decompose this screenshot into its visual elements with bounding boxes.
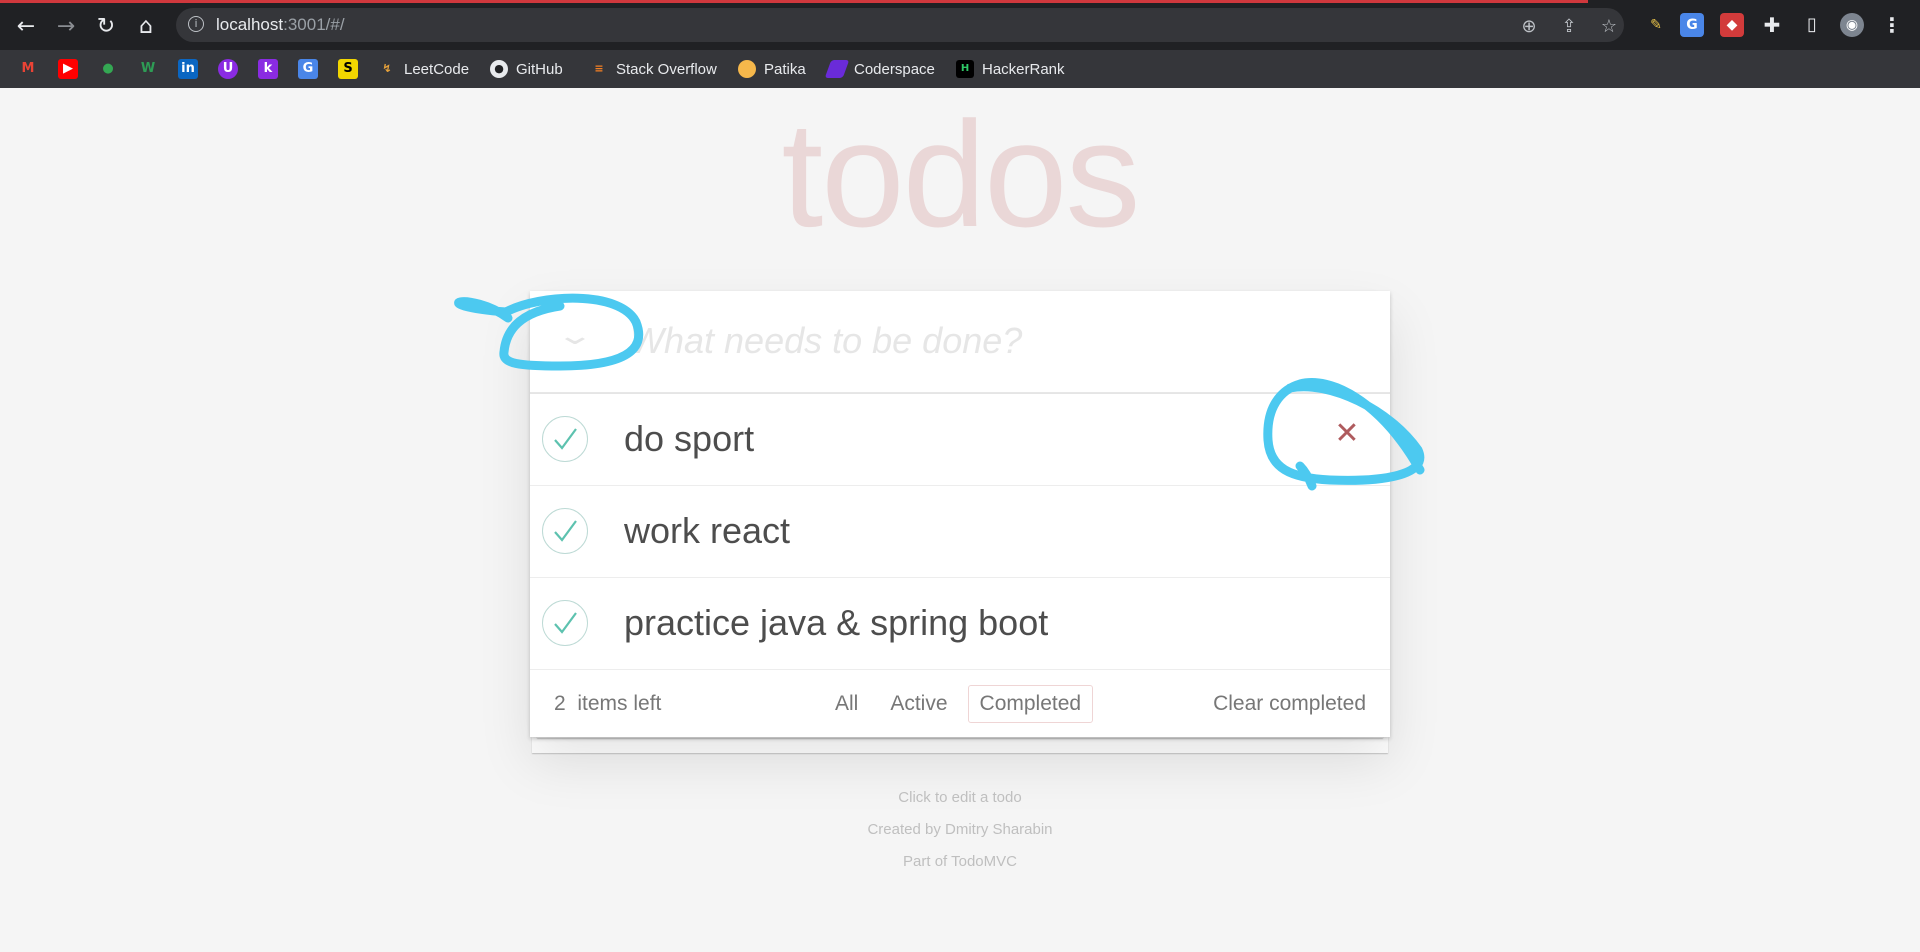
stack-overflow-icon: ≡ [594,62,604,75]
address-bar[interactable]: i localhost:3001/#/ ⊕ ⇪ ☆ [176,8,1624,42]
toggle-all-chevron-icon[interactable]: ⌄ [530,321,620,361]
bookmark-stack-overflow[interactable]: ≡ Stack Overflow [590,58,717,80]
maps-icon[interactable]: ● [98,59,118,79]
browser-toolbar: ← → ↻ ⌂ i localhost:3001/#/ ⊕ ⇪ ☆ ✎ G ◆ … [0,0,1920,50]
todo-toggle-checkbox[interactable] [542,600,588,646]
stack-shadow [532,737,1388,753]
gmail-icon[interactable]: M [18,59,38,79]
count-suffix: items left [577,692,662,715]
todo-label[interactable]: work react [624,510,790,552]
leetcode-icon: ↯ [382,62,392,75]
todo-item[interactable]: work react [530,486,1390,578]
address-url[interactable]: localhost:3001/#/ [216,15,345,35]
hackerrank-icon: H [956,60,974,78]
share-icon[interactable]: ⇪ [1558,16,1580,37]
items-left-count: 2 items left [554,692,661,716]
todo-label[interactable]: do sport [624,418,754,460]
bookmark-leetcode[interactable]: ↯ LeetCode [378,58,469,80]
extension-icon[interactable]: ◆ [1720,13,1744,37]
linkedin-icon[interactable]: in [178,59,198,79]
udemy-icon[interactable]: U [218,59,238,79]
bookmark-label: Stack Overflow [616,60,717,78]
coderspace-icon [824,60,850,78]
bookmark-label: Coderspace [854,60,935,78]
filter-active[interactable]: Active [878,685,959,723]
tab-strip-accent [0,0,1588,3]
todo-toggle-checkbox[interactable] [542,416,588,462]
site-info-icon[interactable]: i [188,16,204,32]
filter-completed[interactable]: Completed [967,685,1094,723]
count-number: 2 [554,692,566,715]
checkmark-icon [554,428,577,450]
bookmark-patika[interactable]: Patika [738,58,806,80]
todo-app: ⌄ do sport ✕ work react practice java & … [530,291,1390,737]
forward-icon[interactable]: → [50,10,82,42]
info-todomvc: Part of TodoMVC [903,853,1017,870]
k-bookmark-icon[interactable]: k [258,59,278,79]
translate-extension-icon[interactable]: G [1680,13,1704,37]
filter-tabs: All Active Completed [823,685,1094,723]
back-icon[interactable]: ← [10,10,42,42]
new-todo-input[interactable] [630,311,1370,371]
home-icon[interactable]: ⌂ [130,10,162,42]
patika-icon [738,60,756,78]
filter-all[interactable]: All [823,685,870,723]
todo-item[interactable]: do sport ✕ [530,394,1390,486]
todo-footer: 2 items left All Active Completed Clear … [530,672,1390,737]
bookmark-github[interactable]: ● GitHub [490,58,563,80]
info-credits: Created by Dmitry Sharabin [867,821,1053,838]
bookmark-label: Patika [764,60,806,78]
checkmark-icon [554,612,577,634]
github-icon: ● [490,60,508,78]
bookmark-star-icon[interactable]: ☆ [1598,16,1620,37]
clear-completed-button[interactable]: Clear completed [1213,692,1366,716]
bookmark-label: LeetCode [404,60,470,78]
bookmark-hackerrank[interactable]: H HackerRank [956,58,1065,80]
delete-todo-icon[interactable]: ✕ [1327,414,1367,454]
zoom-icon[interactable]: ⊕ [1518,16,1540,37]
todo-item[interactable]: practice java & spring boot [530,578,1390,670]
bookmark-label: HackerRank [982,60,1065,78]
s-bookmark-icon[interactable]: S [338,59,358,79]
w-bookmark-icon[interactable]: W [138,59,158,79]
youtube-icon[interactable]: ▶ [58,59,78,79]
checkmark-icon [554,520,577,542]
side-panel-icon[interactable]: ▯ [1800,13,1824,37]
translate-bookmark-icon[interactable]: G [298,59,318,79]
app-title: todos [781,90,1141,258]
reload-icon[interactable]: ↻ [90,10,122,42]
bookmark-label: GitHub [516,60,563,78]
pen-extension-icon[interactable]: ✎ [1644,13,1668,37]
info-edit-hint: Click to edit a todo [898,789,1022,806]
todo-label[interactable]: practice java & spring boot [624,602,1048,644]
menu-kebab-icon[interactable]: ⋮ [1880,13,1904,37]
todo-toggle-checkbox[interactable] [542,508,588,554]
extensions-puzzle-icon[interactable]: ✚ [1760,13,1784,37]
bookmark-coderspace[interactable]: Coderspace [824,58,935,80]
bookmarks-bar: M ▶ ● W in U k G S ↯ LeetCode ● GitHub ≡… [0,50,1920,88]
profile-avatar[interactable]: ◉ [1840,13,1864,37]
